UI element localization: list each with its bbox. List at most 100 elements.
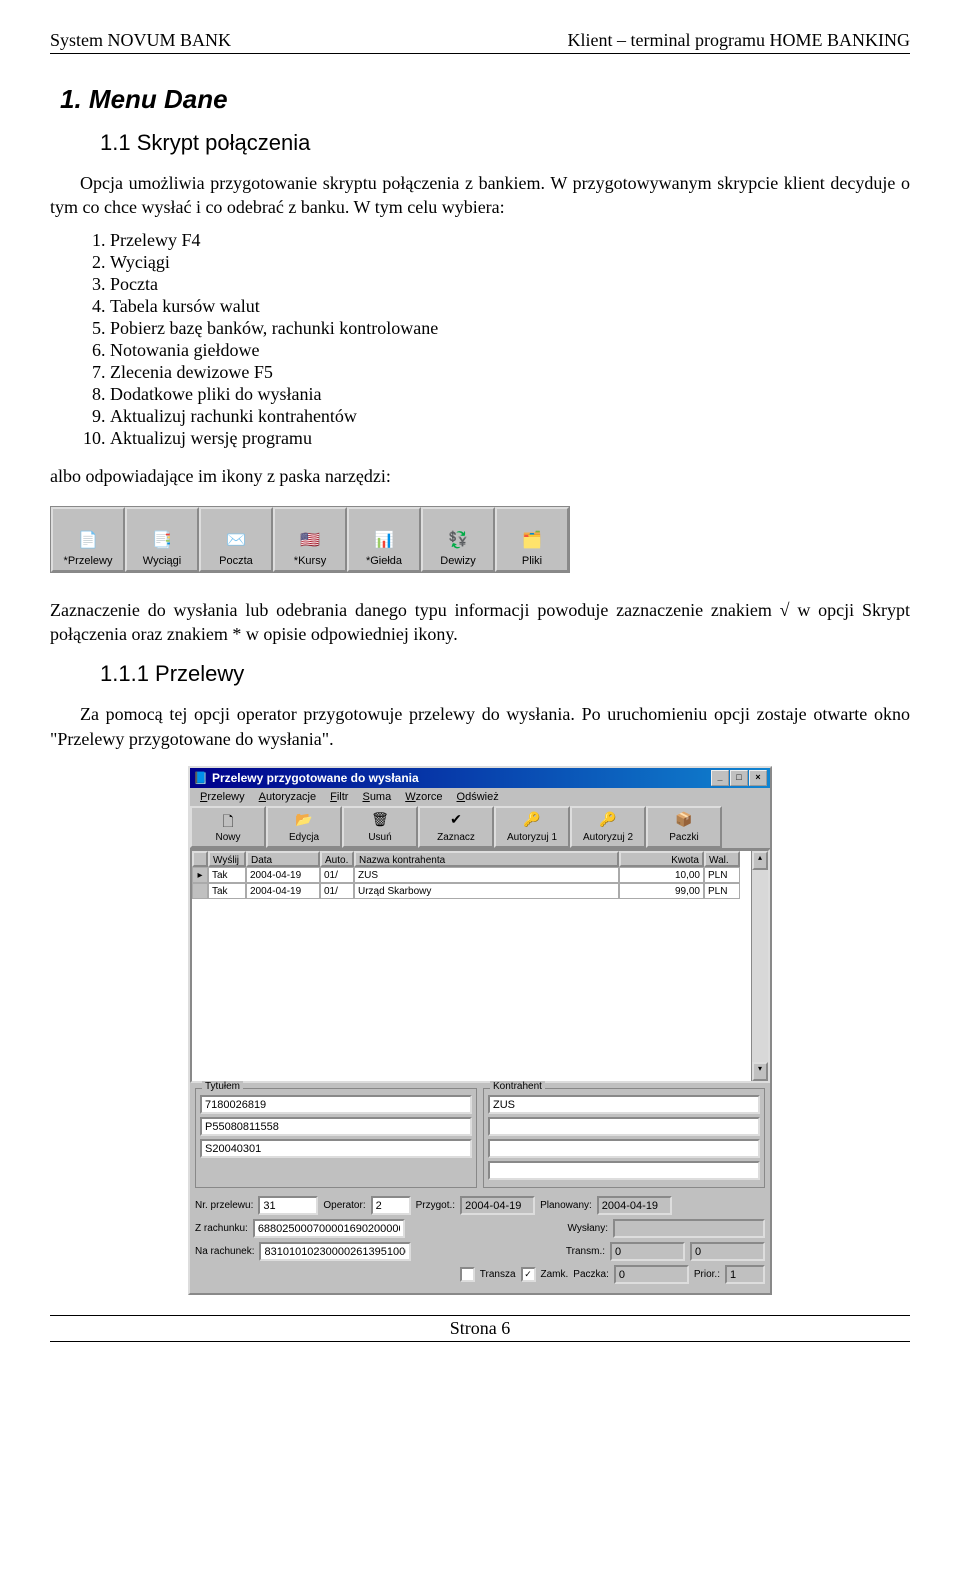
window-title: Przelewy przygotowane do wysłania — [212, 771, 419, 785]
group-tytulem: Tytułem — [195, 1088, 477, 1188]
row-marker: ▸ — [192, 867, 208, 883]
col-auto[interactable]: Auto. — [320, 851, 354, 867]
checkbox-transza[interactable] — [460, 1267, 475, 1282]
maximize-button[interactable]: □ — [730, 770, 748, 786]
field-kontrahent-3[interactable] — [488, 1139, 760, 1158]
col-wyslij[interactable]: Wyślij — [208, 851, 246, 867]
label-na-rachunek: Na rachunek: — [195, 1246, 254, 1257]
window-toolbar: 🗋Nowy 📂Edycja 🗑Usuń ✔Zaznacz 🔑Autoryzuj … — [190, 806, 770, 849]
field-przygot — [460, 1196, 535, 1215]
label-transm: Transm.: — [566, 1246, 605, 1257]
key-icon: 🔑 — [599, 811, 616, 829]
currency-icon: 💱 — [445, 529, 471, 551]
label-wyslany: Wysłany: — [568, 1223, 608, 1234]
field-tytul-1[interactable] — [200, 1095, 472, 1114]
stock-icon: 📊 — [371, 529, 397, 551]
options-list: Przelewy F4 Wyciągi Poczta Tabela kursów… — [110, 230, 910, 449]
btn-edycja[interactable]: 📂Edycja — [266, 806, 342, 848]
label-operator: Operator: — [323, 1200, 365, 1211]
close-button[interactable]: × — [749, 770, 767, 786]
col-data[interactable]: Data — [246, 851, 320, 867]
field-prior — [725, 1265, 765, 1284]
delete-icon: 🗑 — [371, 811, 389, 829]
field-tytul-3[interactable] — [200, 1139, 472, 1158]
heading-1: 1. Menu Dane — [60, 84, 910, 115]
label-nr-przelewu: Nr. przelewu: — [195, 1200, 253, 1211]
field-tytul-2[interactable] — [200, 1117, 472, 1136]
menubar: Przelewy Autoryzacje Filtr Suma Wzorce O… — [190, 788, 770, 806]
mail-icon: ✉️ — [223, 529, 249, 551]
list-item: Dodatkowe pliki do wysłania — [110, 384, 910, 405]
btn-nowy[interactable]: 🗋Nowy — [190, 806, 266, 848]
label-planowany: Planowany: — [540, 1200, 592, 1211]
col-nazwa[interactable]: Nazwa kontrahenta — [354, 851, 619, 867]
btn-zaznacz[interactable]: ✔Zaznacz — [418, 806, 494, 848]
label-paczka: Paczka: — [573, 1269, 609, 1280]
list-item: Tabela kursów walut — [110, 296, 910, 317]
toolbar-strip: 📄*Przelewy 📑Wyciągi ✉️Poczta 🇺🇸*Kursy 📊*… — [50, 506, 570, 573]
btn-autoryzuj1[interactable]: 🔑Autoryzuj 1 — [494, 806, 570, 848]
field-kontrahent-1[interactable] — [488, 1095, 760, 1114]
window-icon: 📘 — [193, 771, 208, 785]
scroll-up-icon[interactable]: ▴ — [752, 851, 768, 870]
field-transm — [610, 1242, 685, 1261]
field-nr-przelewu[interactable] — [258, 1196, 318, 1215]
grid-header: Wyślij Data Auto. Nazwa kontrahenta Kwot… — [192, 851, 768, 867]
btn-autoryzuj2[interactable]: 🔑Autoryzuj 2 — [570, 806, 646, 848]
toolbar-kursy[interactable]: 🇺🇸*Kursy — [273, 507, 347, 572]
checkbox-zamk[interactable]: ✓ — [521, 1267, 536, 1282]
new-icon: 🗋 — [222, 811, 233, 829]
col-kwota[interactable]: Kwota — [619, 851, 704, 867]
page-header: System NOVUM BANK Klient – terminal prog… — [50, 30, 910, 54]
menu-autoryzacje[interactable]: Autoryzacje — [253, 790, 322, 804]
toolbar-gielda[interactable]: 📊*Giełda — [347, 507, 421, 572]
heading-1-1: 1.1 Skrypt połączenia — [100, 130, 910, 156]
list-item: Wyciągi — [110, 252, 910, 273]
toolbar-przelewy[interactable]: 📄*Przelewy — [51, 507, 125, 572]
field-kontrahent-4[interactable] — [488, 1161, 760, 1180]
list-item: Przelewy F4 — [110, 230, 910, 251]
menu-wzorce[interactable]: Wzorce — [399, 790, 448, 804]
list-item: Poczta — [110, 274, 910, 295]
label-przygot: Przygot.: — [416, 1200, 455, 1211]
minimize-button[interactable]: _ — [711, 770, 729, 786]
table-row[interactable]: Tak 2004-04-19 01/ Urząd Skarbowy 99,00 … — [192, 883, 768, 899]
field-kontrahent-2[interactable] — [488, 1117, 760, 1136]
list-item: Aktualizuj rachunki kontrahentów — [110, 406, 910, 427]
data-grid[interactable]: Wyślij Data Auto. Nazwa kontrahenta Kwot… — [190, 849, 770, 1083]
field-wyslany — [613, 1219, 765, 1238]
toolbar-pliki[interactable]: 🗂️Pliki — [495, 507, 569, 572]
page-number: Strona 6 — [450, 1318, 511, 1338]
col-wal[interactable]: Wal. — [704, 851, 740, 867]
label-transza: Transza — [480, 1269, 516, 1280]
header-right: Klient – terminal programu HOME BANKING — [568, 30, 910, 51]
label-prior: Prior.: — [694, 1269, 720, 1280]
window-przelewy: 📘 Przelewy przygotowane do wysłania _ □ ×… — [188, 766, 772, 1295]
menu-przelewy[interactable]: Przelewy — [194, 790, 251, 804]
menu-filtr[interactable]: Filtr — [324, 790, 354, 804]
key-icon: 🔑 — [523, 811, 540, 829]
field-na-rachunek[interactable] — [259, 1242, 411, 1261]
list-item: Pobierz bazę banków, rachunki kontrolowa… — [110, 318, 910, 339]
field-z-rachunku[interactable] — [253, 1219, 405, 1238]
btn-usun[interactable]: 🗑Usuń — [342, 806, 418, 848]
list-item: Zlecenia dewizowe F5 — [110, 362, 910, 383]
flag-icon: 🇺🇸 — [297, 529, 323, 551]
paragraph-mark-info: Zaznaczenie do wysłania lub odebrania da… — [50, 598, 910, 647]
toolbar-poczta[interactable]: ✉️Poczta — [199, 507, 273, 572]
field-operator[interactable] — [371, 1196, 411, 1215]
table-row[interactable]: ▸ Tak 2004-04-19 01/ ZUS 10,00 PLN — [192, 867, 768, 883]
scrollbar[interactable]: ▴ ▾ — [751, 851, 768, 1081]
btn-paczki[interactable]: 📦Paczki — [646, 806, 722, 848]
scroll-down-icon[interactable]: ▾ — [752, 1062, 768, 1081]
menu-suma[interactable]: Suma — [356, 790, 397, 804]
toolbar-dewizy[interactable]: 💱Dewizy — [421, 507, 495, 572]
paragraph-toolbar-lead: albo odpowiadające im ikony z paska narz… — [50, 464, 910, 488]
menu-odswiez[interactable]: Odśwież — [451, 790, 505, 804]
package-icon: 📦 — [675, 811, 692, 829]
toolbar-wyciagi[interactable]: 📑Wyciągi — [125, 507, 199, 572]
titlebar[interactable]: 📘 Przelewy przygotowane do wysłania _ □ × — [190, 768, 770, 788]
list-item: Aktualizuj wersję programu — [110, 428, 910, 449]
list-item: Notowania giełdowe — [110, 340, 910, 361]
paragraph-intro: Opcja umożliwia przygotowanie skryptu po… — [50, 171, 910, 220]
